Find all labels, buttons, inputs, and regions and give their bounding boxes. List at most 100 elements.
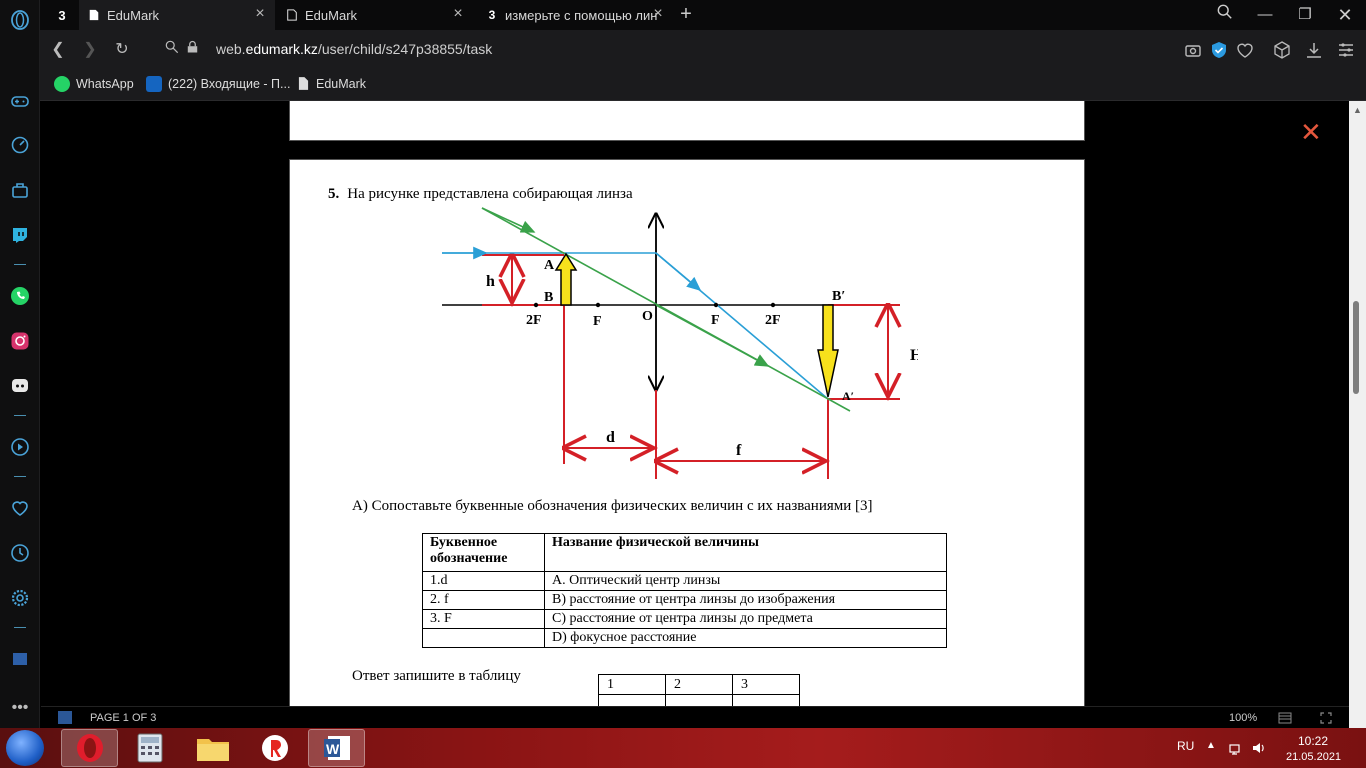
cube-icon[interactable] bbox=[1273, 41, 1291, 59]
header-quantity: Название физической величины bbox=[544, 533, 947, 572]
close-tab-icon[interactable]: × bbox=[651, 6, 665, 22]
bookmark-label: EduMark bbox=[316, 77, 367, 91]
label-d: d bbox=[606, 429, 615, 446]
matching-table: Буквенное обозначение Название физическо… bbox=[422, 533, 947, 648]
reload-icon[interactable]: ↻ bbox=[112, 40, 132, 60]
language-indicator[interactable]: RU bbox=[1177, 739, 1194, 753]
forward-icon[interactable]: ❯ bbox=[80, 40, 100, 60]
answer-table: 1 2 3 bbox=[598, 674, 800, 706]
clock-time[interactable]: 10:22 bbox=[1298, 734, 1328, 748]
scroll-thumb[interactable] bbox=[1353, 301, 1359, 394]
cell-quantity: C) расстояние от центра линзы до предмет… bbox=[544, 609, 947, 629]
clock-date[interactable]: 21.05.2021 bbox=[1286, 751, 1341, 763]
taskbar-yandex[interactable] bbox=[246, 729, 303, 767]
label-f-left: F bbox=[593, 314, 602, 329]
network-icon[interactable] bbox=[1229, 741, 1243, 755]
player-icon[interactable] bbox=[9, 436, 31, 458]
answer-cell-3[interactable] bbox=[732, 694, 800, 706]
bookmark-edumark[interactable]: EduMark bbox=[298, 76, 366, 92]
label-2f-right: 2F bbox=[765, 313, 781, 328]
url-field[interactable]: web.edumark.kz/user/child/s247p38855/tas… bbox=[216, 41, 492, 57]
minimize-icon[interactable]: — bbox=[1253, 4, 1277, 26]
image-arrow bbox=[817, 304, 839, 398]
ray-arrow bbox=[655, 252, 702, 292]
taskbar-opera[interactable] bbox=[61, 729, 118, 767]
speed-dial-icon[interactable] bbox=[9, 134, 31, 156]
cell-quantity: B) расстояние от центра линзы до изображ… bbox=[544, 590, 947, 610]
document-page: 5. На рисунке представлена собирающая лин… bbox=[289, 159, 1085, 706]
doc-icon bbox=[87, 8, 101, 22]
doc-icon bbox=[298, 76, 310, 92]
search-key-icon[interactable] bbox=[162, 40, 182, 60]
tab-label: измерьте с помощью лин bbox=[505, 7, 658, 23]
tab-edumark-active[interactable]: EduMark × bbox=[79, 0, 275, 30]
bookmark-mail[interactable]: (222) Входящие - П... bbox=[146, 76, 290, 92]
volume-icon[interactable] bbox=[1252, 741, 1266, 755]
discord-icon[interactable] bbox=[9, 375, 31, 397]
close-tab-icon[interactable]: × bbox=[451, 6, 465, 22]
bookmark-whatsapp[interactable]: WhatsApp bbox=[54, 76, 134, 92]
sidebar-divider bbox=[14, 264, 26, 265]
cell-symbol: 1.d bbox=[422, 571, 545, 591]
cell-symbol bbox=[422, 628, 545, 648]
search-tabs-icon[interactable] bbox=[1213, 4, 1237, 26]
document-statusbar: PAGE 1 OF 3 100% bbox=[41, 706, 1349, 728]
lens-diagram: A B h 2F F O F 2F B′ A′ H d f bbox=[442, 207, 918, 479]
settings-gear-icon[interactable] bbox=[9, 587, 31, 609]
windows-start-icon[interactable] bbox=[6, 730, 44, 766]
tab-favicon-3: 3 bbox=[488, 8, 496, 22]
tab-edumark[interactable]: EduMark × bbox=[277, 0, 473, 30]
close-viewer-icon[interactable]: ✕ bbox=[1300, 119, 1322, 145]
heart-bookmark-icon[interactable] bbox=[1236, 41, 1254, 59]
restore-icon[interactable]: ❐ bbox=[1293, 4, 1317, 26]
tab-label: EduMark bbox=[107, 7, 160, 23]
bag-icon[interactable] bbox=[9, 179, 31, 201]
pinned-tab[interactable]: 3 bbox=[47, 0, 77, 30]
instagram-icon[interactable] bbox=[9, 330, 31, 352]
tab-question[interactable]: 3 измерьте с помощью лин × bbox=[477, 0, 673, 30]
answer-cell-2[interactable] bbox=[665, 694, 733, 706]
taskbar-calculator[interactable] bbox=[121, 729, 178, 767]
svg-text:W: W bbox=[326, 741, 340, 757]
bookmark-label: (222) Входящие - П... bbox=[168, 77, 291, 91]
tray-expand-icon[interactable]: ▲ bbox=[1206, 740, 1216, 751]
taskbar-word[interactable]: W bbox=[308, 729, 365, 767]
new-tab-icon[interactable]: + bbox=[677, 4, 695, 24]
table-row: 2. f B) расстояние от центра линзы до из… bbox=[422, 590, 947, 610]
opera-icon bbox=[76, 734, 103, 762]
table-row: 3. F C) расстояние от центра линзы до пр… bbox=[422, 609, 947, 629]
answer-cell-1[interactable] bbox=[598, 694, 666, 706]
vertical-scrollbar[interactable]: ▲ ▼ bbox=[1349, 101, 1366, 728]
scroll-up-icon[interactable]: ▲ bbox=[1353, 105, 1362, 115]
folder-icon bbox=[196, 739, 229, 761]
camera-icon[interactable] bbox=[1184, 41, 1202, 59]
twitch-icon[interactable] bbox=[9, 224, 31, 246]
fullscreen-icon[interactable] bbox=[1320, 712, 1332, 724]
cell-quantity: D) фокусное расстояние bbox=[544, 628, 947, 648]
download-icon[interactable] bbox=[1305, 41, 1323, 59]
translate-icon[interactable] bbox=[9, 648, 31, 670]
point-f-left bbox=[595, 302, 601, 308]
taskbar-explorer[interactable] bbox=[184, 729, 241, 767]
scroll-corner bbox=[1349, 706, 1366, 728]
vpn-shield-icon[interactable] bbox=[1210, 41, 1228, 59]
close-tab-icon[interactable]: × bbox=[253, 6, 267, 22]
heart-icon[interactable] bbox=[9, 497, 31, 519]
cell-symbol: 2. f bbox=[422, 590, 545, 610]
zoom-level[interactable]: 100% bbox=[1229, 712, 1257, 724]
easy-setup-icon[interactable] bbox=[1337, 41, 1355, 59]
opera-logo-icon[interactable] bbox=[9, 9, 31, 31]
whatsapp-icon[interactable] bbox=[9, 285, 31, 307]
document-viewport: ✕ 5. На рисунке представлена собирающая л… bbox=[41, 101, 1349, 706]
answer-label: Ответ запишите в таблицу bbox=[352, 668, 521, 684]
lock-icon[interactable] bbox=[182, 40, 202, 60]
more-icon[interactable]: ••• bbox=[9, 697, 31, 719]
layout-icon[interactable] bbox=[1278, 712, 1292, 724]
back-icon[interactable]: ❮ bbox=[48, 40, 68, 60]
object-arrow bbox=[554, 252, 578, 306]
close-window-icon[interactable]: ✕ bbox=[1333, 4, 1357, 26]
question-text: На рисунке представлена собирающая линза bbox=[347, 186, 633, 202]
bookmark-label: WhatsApp bbox=[76, 77, 134, 91]
gamepad-icon[interactable] bbox=[9, 90, 31, 112]
history-icon[interactable] bbox=[9, 542, 31, 564]
